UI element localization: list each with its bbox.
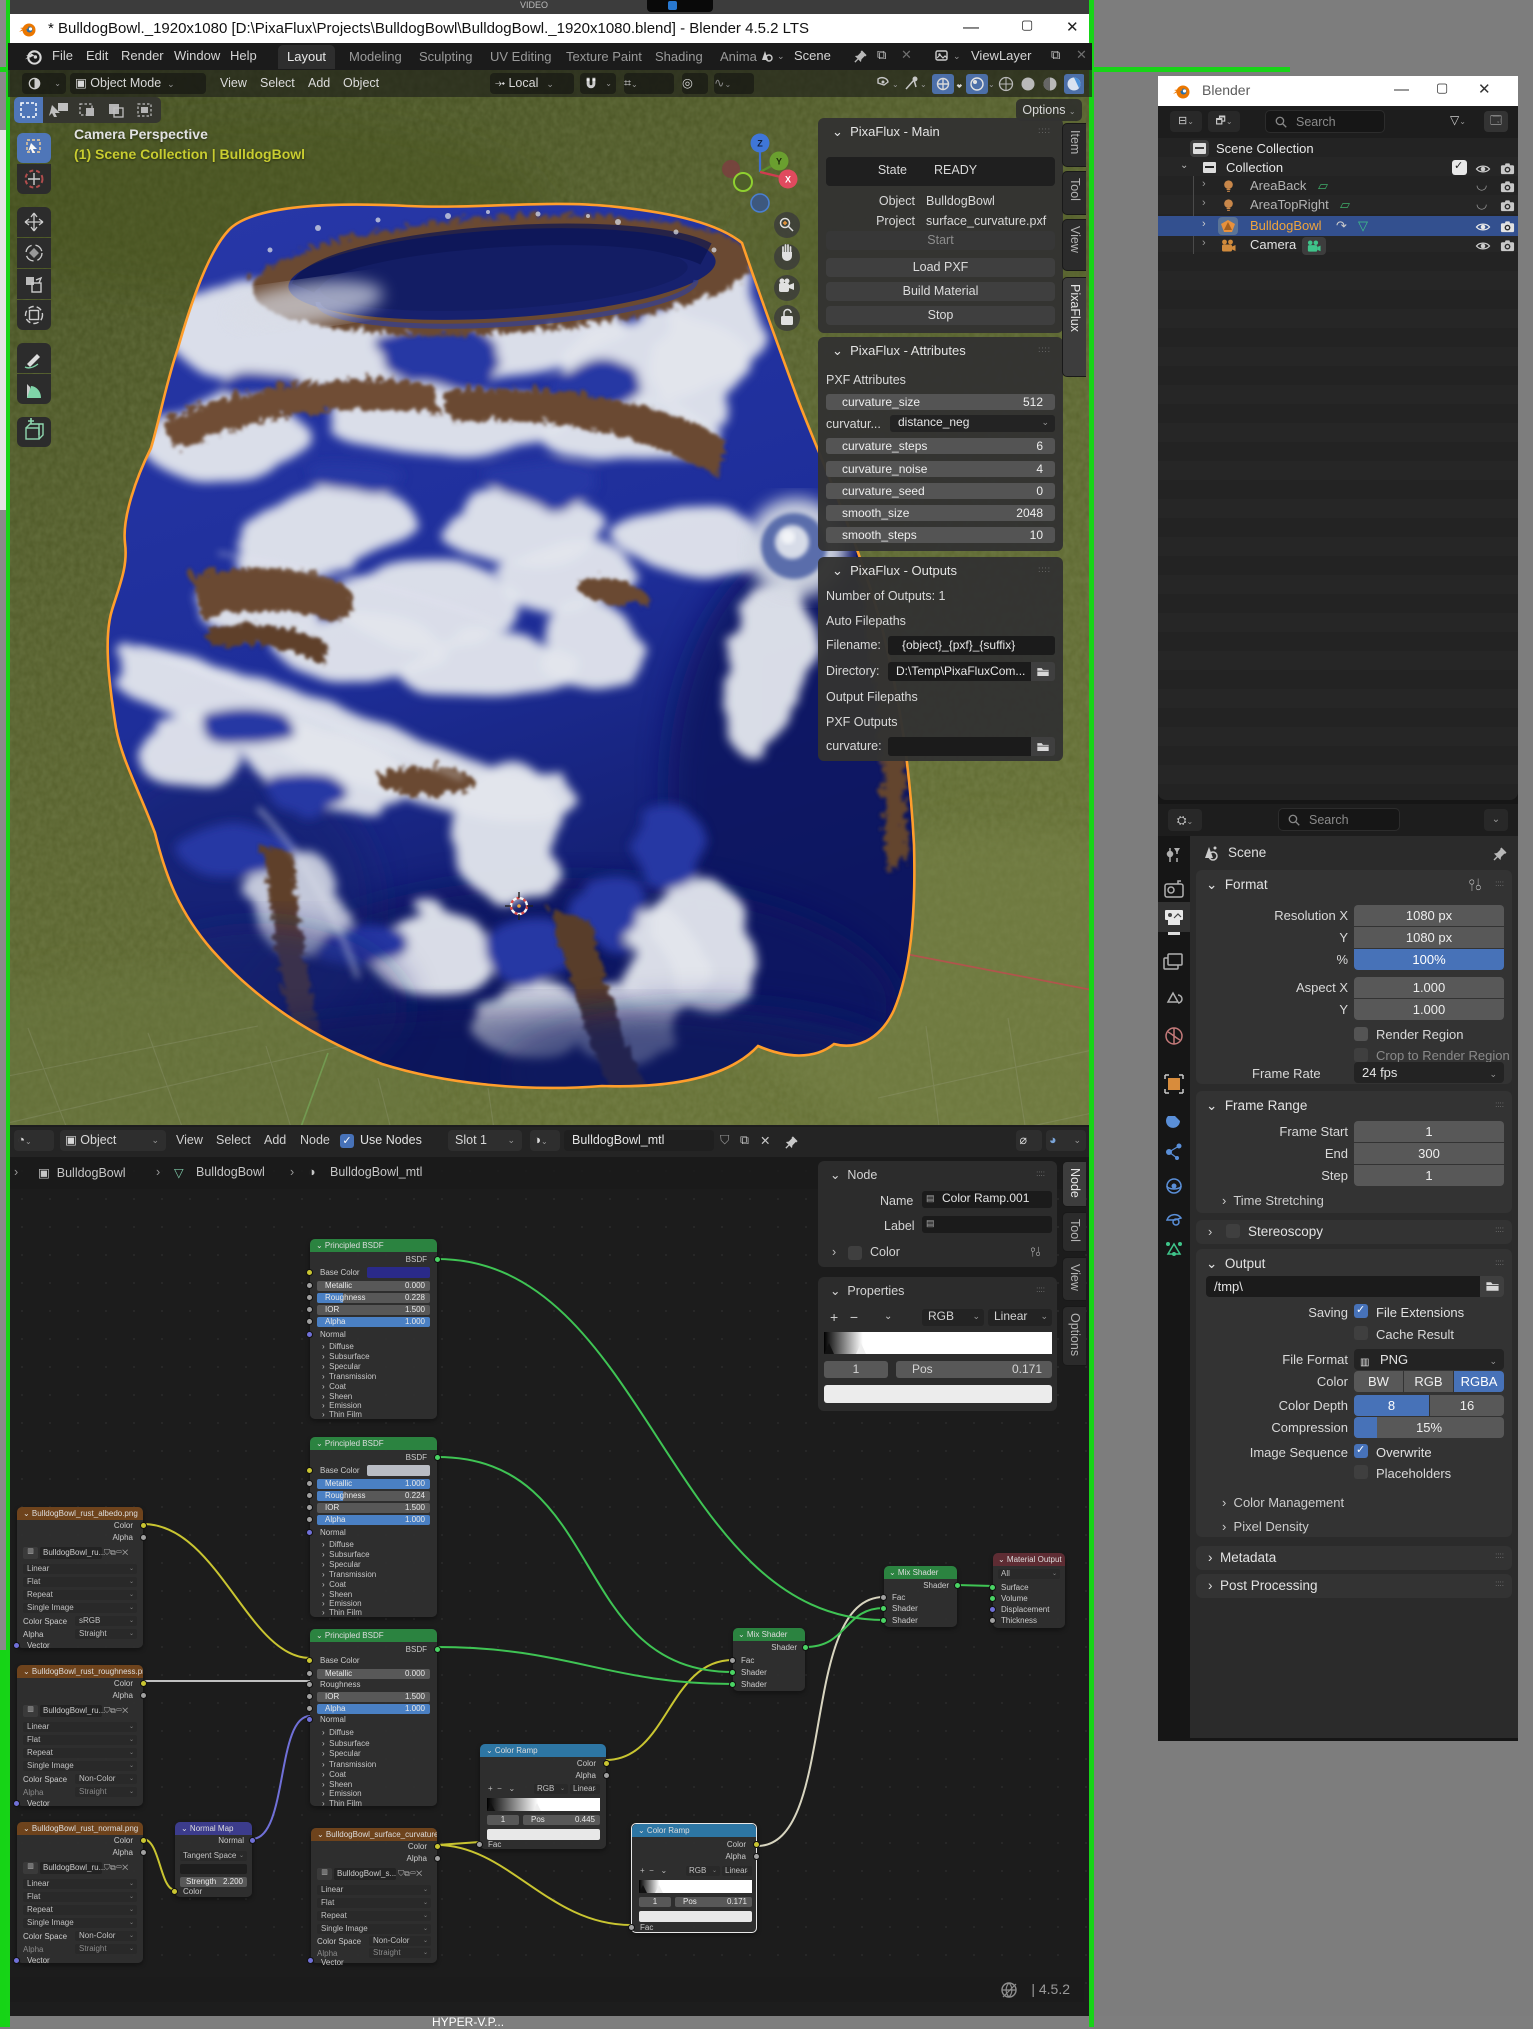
svg-text:⌄: ⌄: [956, 80, 963, 89]
svg-text:Z: Z: [757, 139, 763, 149]
svg-text:⌄: ⌄: [892, 80, 899, 89]
svg-text:X: X: [785, 175, 791, 185]
svg-text:⌄: ⌄: [988, 80, 995, 89]
svg-text:Y: Y: [776, 157, 782, 167]
svg-text:⌄: ⌄: [920, 80, 927, 89]
